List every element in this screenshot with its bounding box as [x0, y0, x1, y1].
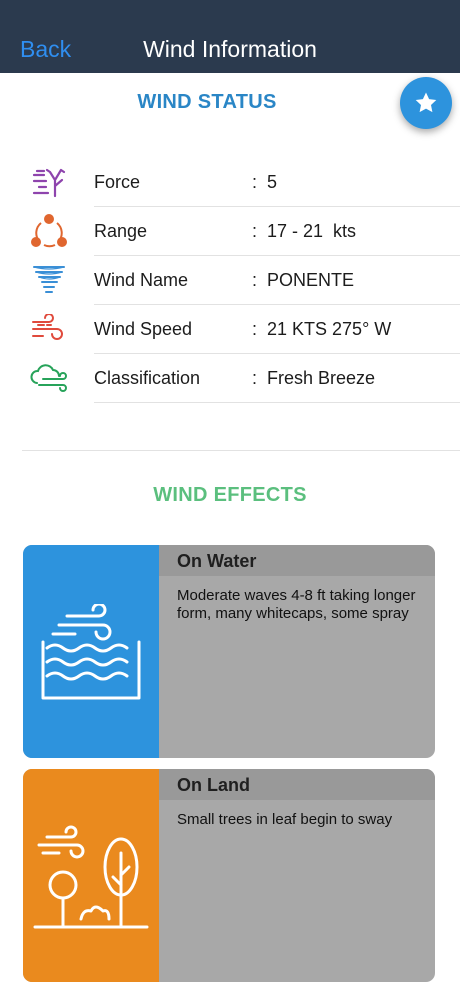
- classification-label: Classification: [94, 368, 201, 388]
- on-water-header: On Water: [159, 545, 435, 576]
- status-row-range: Range : 17 - 21 kts: [0, 207, 460, 256]
- cloud-wind-icon: [29, 360, 69, 396]
- status-row-classification: Classification : Fresh Breeze: [0, 354, 460, 403]
- wind-name-label: Wind Name: [94, 270, 189, 290]
- range-label: Range: [94, 221, 148, 241]
- nav-bar: Back Wind Information: [0, 0, 460, 73]
- status-row-wind-name: Wind Name : PONENTE: [0, 256, 460, 305]
- colon: :: [252, 221, 258, 241]
- on-land-text: Small trees in leaf begin to sway: [177, 811, 393, 828]
- wind-name-value: PONENTE: [267, 270, 355, 290]
- wind-speed-icon: [29, 311, 69, 347]
- force-label: Force: [94, 172, 141, 192]
- section-divider: [22, 450, 460, 451]
- colon: :: [252, 270, 258, 290]
- colon: :: [252, 368, 258, 388]
- wind-waves-icon: [41, 603, 141, 699]
- wind-status-list: Force : 5 Range : 17 - 21 kts Wind Name …: [0, 158, 460, 403]
- colon: :: [252, 172, 258, 192]
- back-button[interactable]: Back: [20, 36, 71, 63]
- on-land-header: On Land: [159, 769, 435, 800]
- range-icon: [29, 213, 69, 249]
- colon: :: [252, 319, 258, 339]
- wind-speed-value: 21 KTS 275° W: [267, 319, 392, 339]
- wind-trees-icon: [33, 825, 149, 928]
- wind-speed-label: Wind Speed: [94, 319, 193, 339]
- favorite-button[interactable]: [400, 77, 452, 129]
- wind-status-title: WIND STATUS: [137, 91, 277, 113]
- on-water-heading: On Water: [177, 551, 257, 571]
- on-land-card: On Land Small trees in leaf begin to swa…: [23, 769, 435, 982]
- range-value: 17 - 21 kts: [267, 221, 357, 241]
- status-row-force: Force : 5: [0, 158, 460, 207]
- status-row-wind-speed: Wind Speed : 21 KTS 275° W: [0, 305, 460, 354]
- wind-effects-title: WIND EFFECTS: [153, 484, 307, 506]
- on-water-text: Moderate waves 4-8 ft taking longer form…: [177, 587, 416, 622]
- classification-value: Fresh Breeze: [267, 368, 376, 388]
- star-icon: [415, 92, 437, 113]
- tornado-icon: [29, 262, 69, 298]
- on-land-heading: On Land: [177, 775, 250, 795]
- on-land-art: [23, 769, 159, 982]
- row-divider: [94, 402, 460, 403]
- force-icon: [29, 164, 69, 200]
- on-water-card: On Water Moderate waves 4-8 ft taking lo…: [23, 545, 435, 758]
- on-water-art: [23, 545, 159, 758]
- force-value: 5: [267, 172, 278, 192]
